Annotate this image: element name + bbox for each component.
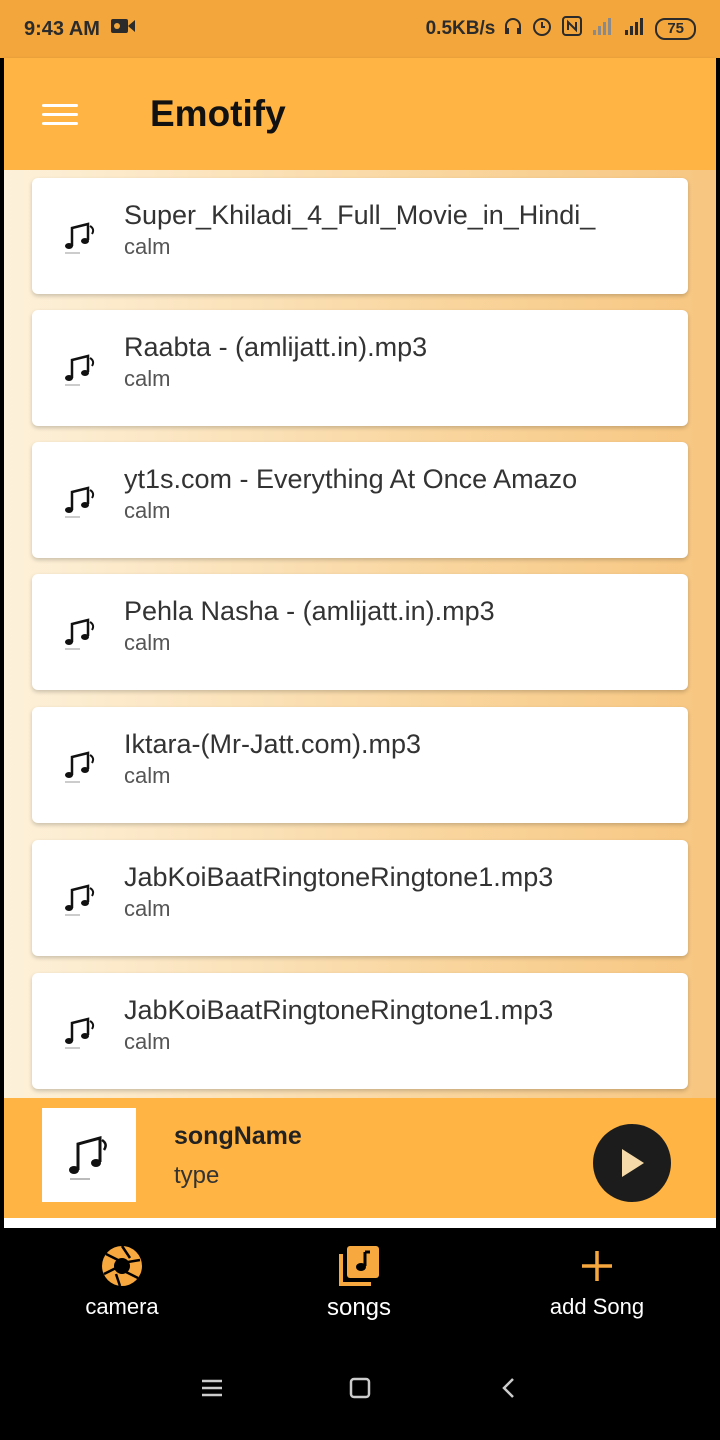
camera-aperture-icon [37, 1244, 207, 1288]
nav-songs[interactable]: songs [274, 1244, 444, 1322]
song-type: calm [124, 234, 171, 259]
home-icon[interactable] [340, 1368, 380, 1408]
song-type: calm [124, 896, 171, 921]
status-right: 0.5KB/s 75 [426, 15, 696, 43]
status-left: 9:43 AM [24, 17, 136, 41]
song-title: Raabta - (amlijatt.in).mp3 [124, 332, 428, 362]
divider [4, 1218, 716, 1228]
player-song-name: songName [174, 1122, 302, 1150]
recents-icon[interactable] [192, 1368, 232, 1408]
song-title: yt1s.com - Everything At Once Amazo [124, 464, 578, 494]
song-list[interactable]: Super_Khiladi_4_Full_Movie_in_Hindi_ cal… [4, 170, 716, 1098]
music-note-icon [65, 1017, 95, 1049]
song-card[interactable]: JabKoiBaatRingtoneRingtone1.mp3 calm [32, 840, 688, 956]
music-note-icon [65, 751, 95, 783]
music-note-icon [65, 354, 95, 386]
music-note-icon [65, 618, 95, 650]
headset-icon [503, 16, 523, 42]
status-bar: 9:43 AM 0.5KB/s 75 [0, 0, 720, 58]
signal-icon [623, 16, 647, 42]
music-library-icon [274, 1244, 444, 1288]
song-card[interactable]: Raabta - (amlijatt.in).mp3 calm [32, 310, 688, 426]
alarm-icon [531, 15, 553, 43]
system-navigation-bar [0, 1338, 720, 1440]
back-icon[interactable] [488, 1368, 528, 1408]
battery-indicator: 75 [655, 18, 696, 40]
status-time: 9:43 AM [24, 17, 100, 40]
network-speed: 0.5KB/s [425, 18, 496, 39]
song-title: Iktara-(Mr-Jatt.com).mp3 [124, 729, 422, 759]
nfc-icon [561, 15, 583, 43]
song-title: Super_Khiladi_4_Full_Movie_in_Hindi_ [124, 200, 596, 230]
song-type: calm [124, 366, 171, 391]
song-card[interactable]: Super_Khiladi_4_Full_Movie_in_Hindi_ cal… [32, 178, 688, 294]
song-card[interactable]: yt1s.com - Everything At Once Amazo calm [32, 442, 688, 558]
signal-icon [591, 16, 615, 42]
nav-camera-label: camera [85, 1294, 159, 1319]
app-bar: Emotify [4, 58, 716, 170]
play-icon [622, 1149, 644, 1177]
nav-add-song-label: add Song [549, 1294, 645, 1319]
nav-add-song[interactable]: add Song [512, 1244, 682, 1320]
player-song-type: type [174, 1162, 220, 1189]
app-title: Emotify [150, 93, 286, 134]
song-title: Pehla Nasha - (amlijatt.in).mp3 [124, 596, 495, 626]
song-title: JabKoiBaatRingtoneRingtone1.mp3 [124, 995, 554, 1025]
song-type: calm [124, 763, 171, 788]
song-type: calm [124, 1029, 171, 1054]
song-type: calm [124, 630, 171, 655]
hamburger-menu-icon[interactable] [42, 94, 82, 134]
mini-player[interactable]: songName type [4, 1098, 716, 1218]
music-note-icon [69, 1136, 107, 1180]
song-card[interactable]: Pehla Nasha - (amlijatt.in).mp3 calm [32, 574, 688, 690]
song-title: JabKoiBaatRingtoneRingtone1.mp3 [124, 862, 554, 892]
nav-songs-label: songs [326, 1294, 392, 1321]
song-card[interactable]: JabKoiBaatRingtoneRingtone1.mp3 calm [32, 973, 688, 1089]
song-card[interactable]: Iktara-(Mr-Jatt.com).mp3 calm [32, 707, 688, 823]
song-type: calm [124, 498, 171, 523]
music-note-icon [65, 884, 95, 916]
music-note-icon [65, 222, 95, 254]
music-note-icon [65, 486, 95, 518]
play-button[interactable] [593, 1124, 671, 1202]
plus-icon [512, 1244, 682, 1288]
video-record-icon [110, 17, 136, 41]
bottom-navigation: camera songs add Song [0, 1228, 720, 1338]
nav-camera[interactable]: camera [37, 1244, 207, 1320]
album-art [42, 1108, 136, 1202]
